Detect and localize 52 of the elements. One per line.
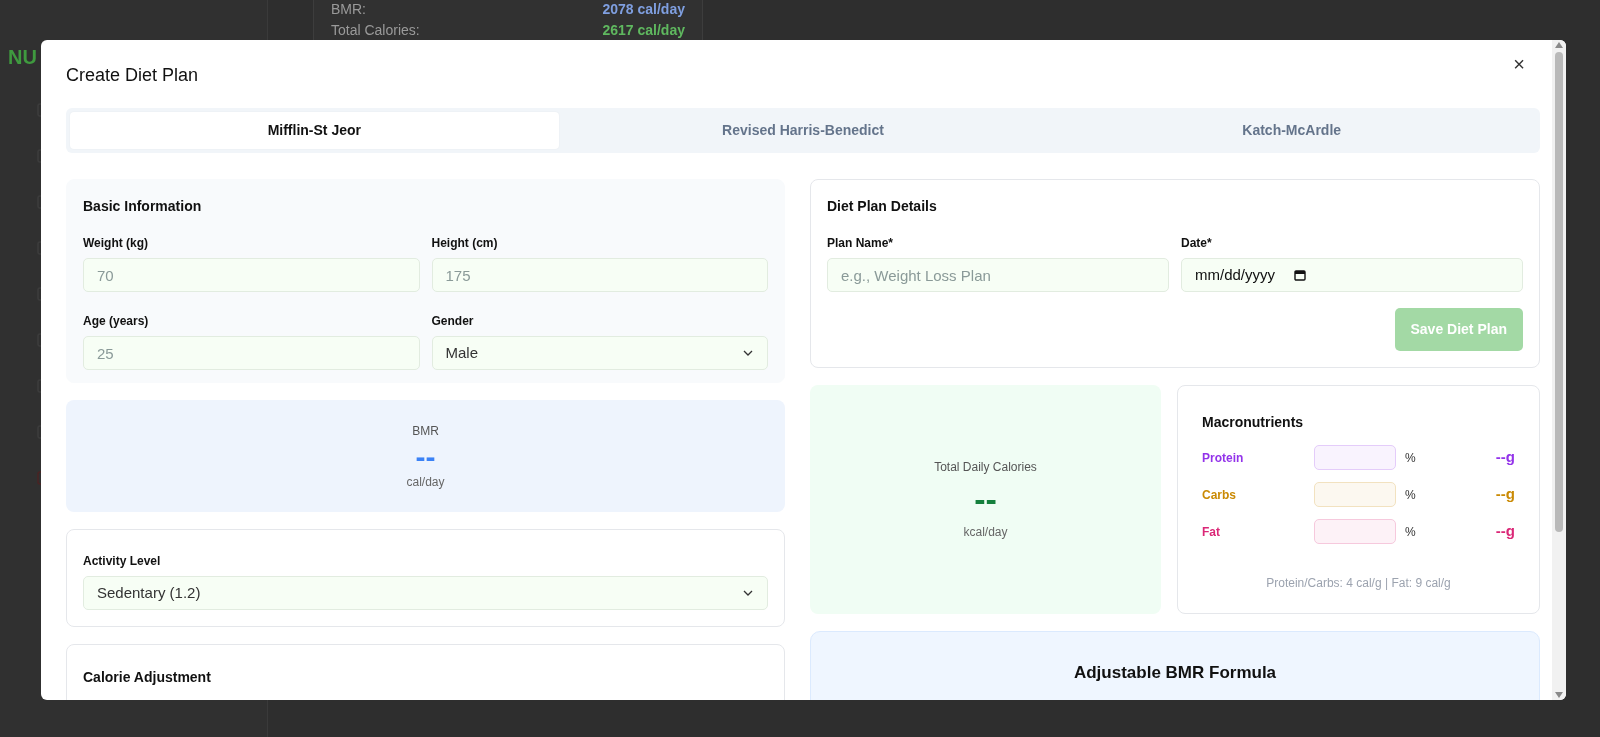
calories-unit: kcal/day [963, 524, 1008, 542]
macro-note: Protein/Carbs: 4 cal/g | Fat: 9 cal/g [1265, 575, 1452, 592]
macro-input[interactable] [1314, 445, 1396, 470]
field-label: Date* [1181, 235, 1213, 252]
section-title: Diet Plan Details [827, 197, 938, 216]
input-field[interactable]: e.g., Weight Loss Plan [827, 258, 1169, 292]
input-field[interactable]: 175 [431, 258, 768, 292]
macro-input[interactable] [1314, 482, 1396, 507]
scroll-down-icon[interactable] [1555, 692, 1563, 698]
bmr-value: -- [415, 439, 436, 473]
macro-grams: --g [1495, 447, 1515, 468]
section-title: Basic Information [83, 197, 203, 216]
summary-value: 2078 cal/day [602, 0, 685, 19]
input-field[interactable]: 70 [83, 258, 420, 292]
calories-label: Total Daily Calories [934, 458, 1037, 476]
close-button[interactable]: × [1511, 54, 1527, 74]
macro-label: Protein [1202, 449, 1245, 467]
field-label: Plan Name* [827, 235, 895, 252]
date-field[interactable]: mm/dd/yyyy [1181, 258, 1523, 292]
section-title: Macronutrients [1202, 413, 1305, 432]
scroll-up-icon[interactable] [1555, 42, 1563, 48]
macro-label: Carbs [1202, 486, 1237, 504]
percent-sign: % [1405, 449, 1417, 467]
calories-value: -- [974, 478, 997, 520]
formula-tab[interactable]: Revised Harris-Benedict [558, 112, 1048, 149]
modal-title: Create Diet Plan [66, 64, 199, 87]
formula-tab[interactable]: Mifflin-St Jeor [70, 112, 559, 149]
summary-label: Total Calories: [331, 21, 420, 40]
section-title: Calorie Adjustment [83, 668, 212, 687]
macro-input[interactable] [1314, 519, 1396, 544]
field-label: Weight (kg) [83, 235, 150, 252]
formula-tab[interactable]: Katch-McArdle [1047, 112, 1536, 149]
summary-value: 2617 cal/day [602, 21, 685, 40]
formula-title: Adjustable BMR Formula [1072, 662, 1278, 684]
field-label: Height (cm) [431, 235, 499, 252]
input-field[interactable]: 25 [83, 336, 420, 370]
field-label: Gender [431, 313, 475, 330]
app-logo-text: NU [8, 45, 38, 70]
scrollbar[interactable] [1552, 40, 1566, 700]
field-label: Activity Level [83, 553, 162, 570]
calendar-icon[interactable] [1293, 268, 1307, 282]
macro-grams: --g [1495, 484, 1515, 505]
percent-sign: % [1405, 523, 1417, 541]
field-label: Age (years) [83, 313, 150, 330]
macro-label: Fat [1202, 523, 1221, 541]
bmr-unit: cal/day [406, 473, 445, 491]
macro-grams: --g [1495, 521, 1515, 542]
summary-label: BMR: [331, 0, 366, 19]
bmr-label: BMR [412, 422, 439, 440]
select-field[interactable]: Male [431, 336, 768, 370]
select-field[interactable]: Sedentary (1.2) [83, 576, 768, 610]
percent-sign: % [1405, 486, 1417, 504]
